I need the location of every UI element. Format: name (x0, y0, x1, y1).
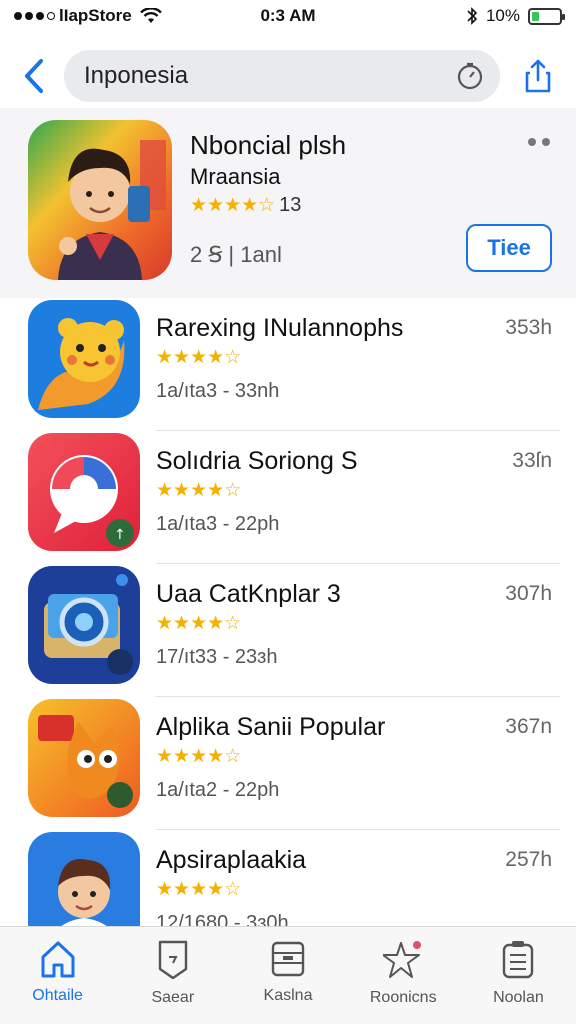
battery-percent: 10% (485, 6, 520, 25)
back-button[interactable] (14, 56, 54, 96)
search-input[interactable] (84, 62, 456, 90)
app-meta: 1a/ıta3 - 22ph (156, 513, 280, 535)
app-title: Apsiraplaakia (156, 846, 307, 874)
signal-icon (14, 12, 55, 20)
app-meta: 1a/ıta2 - 22ph (156, 779, 280, 801)
featured-app-title: Nboncial plsh (190, 130, 347, 160)
search-field[interactable] (64, 50, 500, 102)
bluetooth-icon (467, 7, 478, 25)
app-icon[interactable] (28, 566, 140, 684)
back-chevron-icon (25, 59, 43, 93)
app-list: Rarexing INulannophs ★★★★☆ 1a/ıta3 - 33n… (0, 298, 576, 963)
tab-label: Noolan (493, 989, 544, 1006)
battery-icon (528, 7, 565, 25)
app-icon[interactable]: ↑ (28, 433, 140, 551)
app-row[interactable]: ↑ Solıdria Soriong S ★★★★☆ 1a/ıta3 - 22p… (0, 431, 576, 564)
featured-app-card[interactable]: Nboncial plsh Mraansia ★★★★☆ 13 2 Ꞩ | 1a… (0, 108, 576, 298)
box-icon (271, 941, 305, 977)
svg-text:↑: ↑ (114, 527, 126, 543)
featured-app-meta: 2 Ꞩ | 1anl (190, 242, 282, 267)
app-row[interactable]: Uaa CatKnplar 3 ★★★★☆ 17/ıt33 - 23ɜh 307… (0, 564, 576, 697)
timer-icon[interactable] (456, 62, 484, 90)
app-icon[interactable] (28, 300, 140, 418)
featured-app-rating: ★★★★☆ 13 (190, 194, 301, 217)
app-title: Solıdria Soriong S (156, 447, 358, 475)
wifi-icon (139, 8, 162, 23)
tab-roonicns[interactable]: Roonicns (346, 927, 461, 1024)
document-icon (158, 940, 187, 980)
tab-noolan[interactable]: Noolan (461, 927, 576, 1024)
tab-kaslna[interactable]: Kaslna (230, 927, 345, 1024)
share-icon (525, 59, 551, 93)
app-icon[interactable] (28, 699, 140, 817)
carrier-label: lIapStore (59, 6, 132, 25)
app-row[interactable]: Rarexing INulannophs ★★★★☆ 1a/ıta3 - 33n… (0, 298, 576, 431)
app-title: Rarexing INulannophs (156, 314, 404, 342)
app-title: Alplika Sanii Popular (156, 713, 386, 741)
share-button[interactable] (516, 54, 560, 98)
featured-app-icon[interactable] (28, 120, 172, 280)
tab-label: Ohtaile (32, 987, 83, 1004)
status-bar: lIapStore 0:3 AM 10% (0, 0, 576, 32)
app-row[interactable]: Alplika Sanii Popular ★★★★☆ 1a/ıta2 - 22… (0, 697, 576, 830)
tab-label: Roonicns (369, 989, 437, 1006)
rating-stars: ★★★★☆ (156, 613, 242, 634)
app-size: 257h (505, 848, 552, 871)
rating-stars: ★★★★☆ (156, 347, 242, 368)
app-meta: 1a/ıta3 - 33nh (156, 380, 280, 402)
rating-stars: ★★★★☆ (156, 480, 242, 501)
rating-stars: ★★★★☆ (156, 746, 242, 767)
app-title: Uaa CatKnplar 3 (156, 580, 341, 608)
rating-stars: ★★★★☆ (156, 879, 242, 900)
get-button[interactable]: Tiee (466, 224, 552, 272)
app-size: 33ſn (512, 449, 552, 472)
app-size: 353h (505, 316, 552, 339)
tab-label: Saear (151, 989, 195, 1006)
tab-home[interactable]: Ohtaile (0, 927, 115, 1024)
app-size: 307h (505, 582, 552, 605)
app-size: 367n (505, 715, 552, 738)
tab-label: Kaslna (263, 987, 313, 1004)
home-icon (41, 941, 75, 978)
tab-bar: Ohtaile Saear Kaslna Roonicns Noolan (0, 926, 576, 1024)
list-icon (503, 941, 534, 979)
tab-search[interactable]: Saear (115, 927, 230, 1024)
search-header (0, 44, 576, 108)
star-icon (383, 941, 422, 978)
app-meta: 17/ıt33 - 23ɜh (156, 646, 278, 668)
rating-stars: ★★★★☆ (190, 195, 276, 216)
rating-count: 13 (279, 194, 302, 216)
featured-app-subtitle: Mraansia (190, 164, 281, 189)
more-options-icon[interactable] (528, 138, 550, 146)
